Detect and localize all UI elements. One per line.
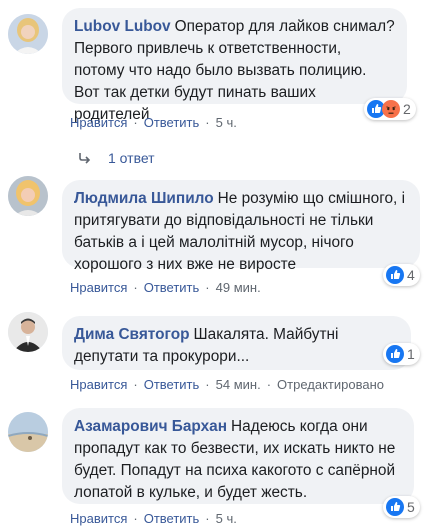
angry-icon	[382, 100, 400, 118]
comment-actions: Нравится · Ответить · 49 мин.	[70, 280, 261, 295]
like-icon	[386, 266, 404, 284]
comment-bubble: Дима Святогор Шакалята. Майбутні депутати…	[62, 316, 411, 370]
comment-time[interactable]: 54 мин.	[216, 377, 261, 392]
view-replies[interactable]: 1 ответ	[78, 150, 155, 166]
separator: ·	[133, 377, 138, 392]
comment-bubble: Людмила Шипило Не розумію що смішного, і …	[62, 180, 420, 273]
reaction-count: 2	[403, 101, 411, 117]
like-link[interactable]: Нравится	[70, 115, 127, 130]
separator: ·	[133, 115, 138, 130]
reactions-badge[interactable]: 4	[383, 264, 420, 286]
separator: ·	[205, 377, 210, 392]
separator: ·	[205, 511, 210, 526]
comment-actions: Нравится · Ответить · 5 ч.	[70, 511, 237, 526]
comment-actions: Нравится · Ответить · 5 ч.	[70, 115, 237, 130]
like-icon	[386, 345, 404, 363]
comment-time[interactable]: 49 мин.	[216, 280, 261, 295]
separator: ·	[205, 280, 210, 295]
comment-bubble: Lubov Lubov Оператор для лайков снимал? П…	[62, 8, 407, 123]
reply-link[interactable]: Ответить	[144, 377, 200, 392]
avatar[interactable]	[8, 14, 48, 54]
comment-author[interactable]: Азамарович Бархан	[74, 418, 227, 435]
reactions-badge[interactable]: 2	[364, 98, 416, 120]
like-icon	[386, 498, 404, 516]
reply-link[interactable]: Ответить	[144, 115, 200, 130]
avatar[interactable]	[8, 412, 48, 452]
replies-count: 1 ответ	[108, 150, 155, 166]
like-link[interactable]: Нравится	[70, 377, 127, 392]
comment-author[interactable]: Дима Святогор	[74, 326, 190, 343]
like-link[interactable]: Нравится	[70, 280, 127, 295]
reaction-count: 1	[407, 346, 415, 362]
avatar[interactable]	[8, 176, 48, 216]
separator: ·	[133, 280, 138, 295]
reply-link[interactable]: Ответить	[144, 280, 200, 295]
edited-label[interactable]: Отредактировано	[277, 377, 384, 392]
reply-link[interactable]: Ответить	[144, 511, 200, 526]
separator: ·	[205, 115, 210, 130]
reactions-badge[interactable]: 5	[383, 496, 420, 518]
reaction-count: 5	[407, 499, 415, 515]
reactions-badge[interactable]: 1	[383, 343, 420, 365]
comment-author[interactable]: Lubov Lubov	[74, 18, 171, 35]
like-link[interactable]: Нравится	[70, 511, 127, 526]
comment-author[interactable]: Людмила Шипило	[74, 190, 214, 207]
separator: ·	[133, 511, 138, 526]
comment-time[interactable]: 5 ч.	[216, 115, 237, 130]
comment-actions: Нравится · Ответить · 54 мин. · Отредакт…	[70, 377, 384, 392]
comment-bubble: Азамарович Бархан Надеюсь когда они пропа…	[62, 408, 414, 504]
reply-arrow-icon	[79, 153, 91, 164]
avatar[interactable]	[8, 312, 48, 352]
comment-time[interactable]: 5 ч.	[216, 511, 237, 526]
reaction-count: 4	[407, 267, 415, 283]
separator: ·	[266, 377, 272, 392]
